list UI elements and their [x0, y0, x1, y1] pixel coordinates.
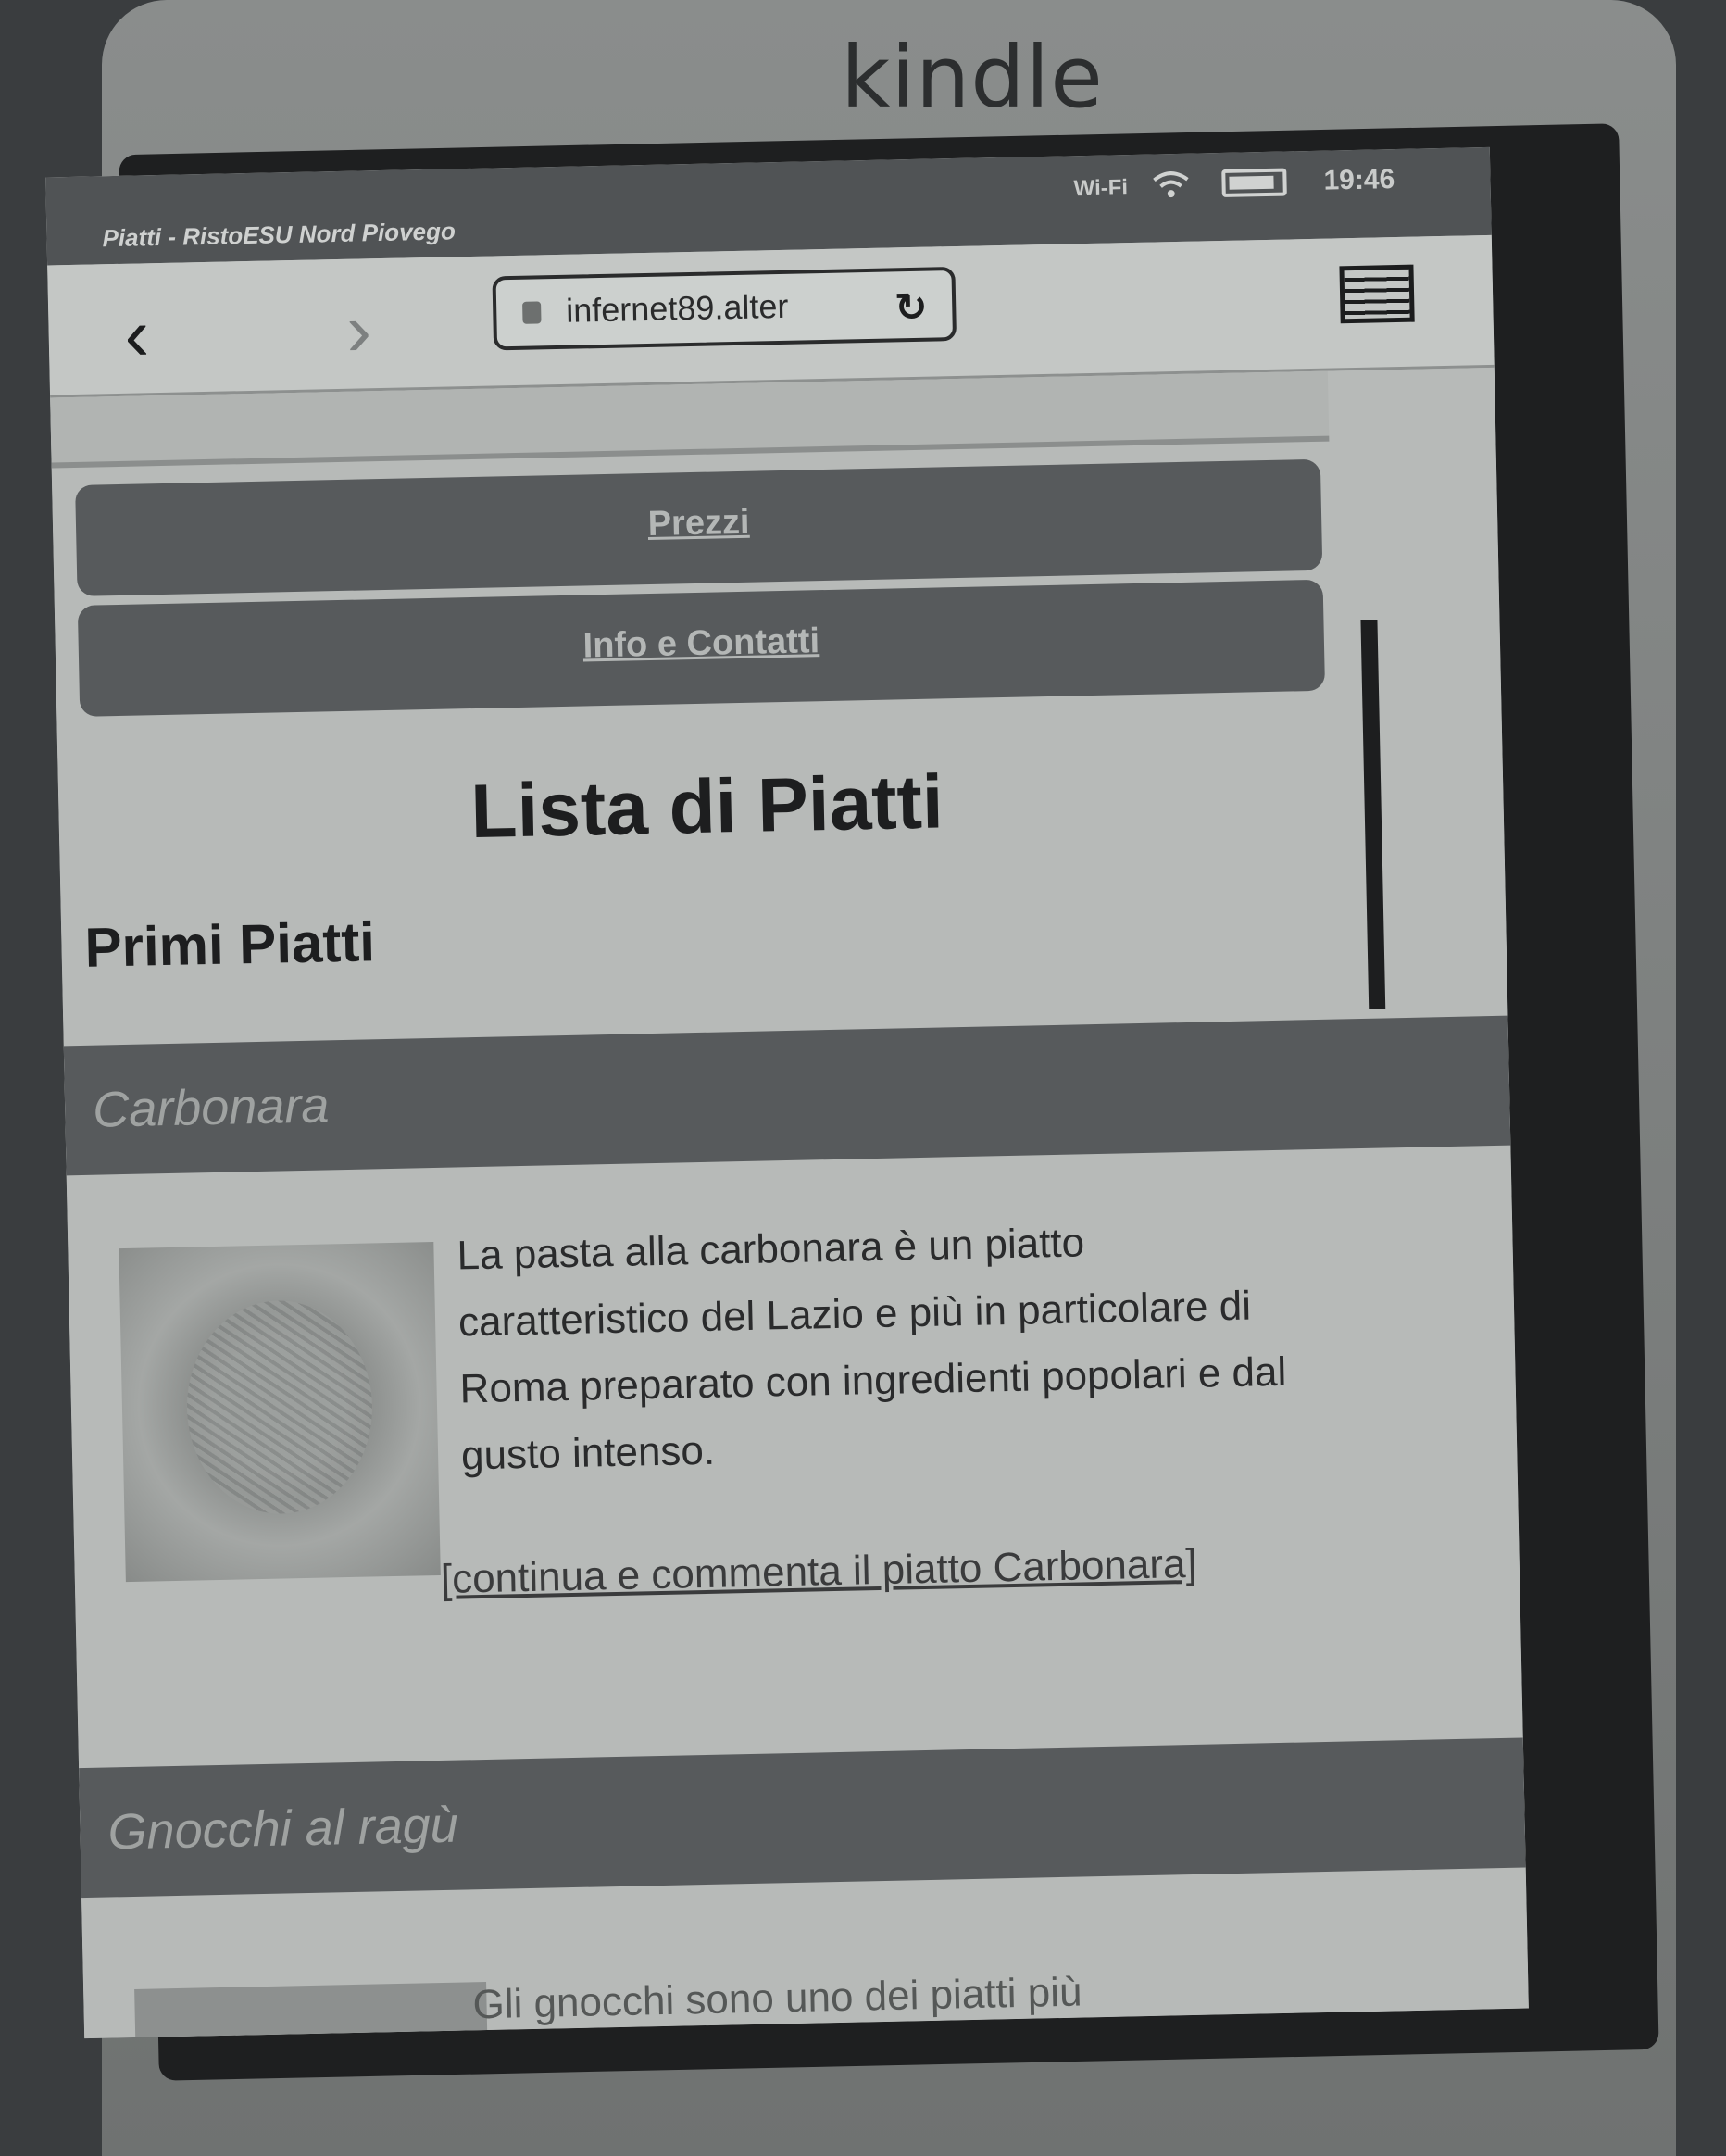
web-page: Prezzi Info e Contatti Lista di Piatti P… [50, 367, 1529, 2039]
url-bar[interactable]: infernet89.alter ↻ [492, 267, 957, 351]
plate-illustration [184, 1298, 375, 1516]
clock: 19:46 [1323, 164, 1395, 196]
page-title-status: Piatti - RistoESU Nord Piovego [102, 217, 457, 253]
wifi-label: Wi-Fi [1073, 175, 1129, 202]
nav-link-prezzi[interactable]: Prezzi [75, 458, 1323, 596]
dish-link-carbonara[interactable]: [continua e commenta il piatto Carbonara… [440, 1541, 1197, 1603]
menu-icon[interactable] [1339, 264, 1415, 324]
scrollbar[interactable] [1360, 620, 1386, 1009]
kindle-screen: Piatti - RistoESU Nord Piovego Wi-Fi 19:… [45, 146, 1529, 2039]
wifi-icon [1153, 171, 1189, 198]
reload-icon[interactable]: ↻ [894, 284, 928, 331]
lock-icon [522, 301, 542, 324]
dish-title-carbonara[interactable]: Carbonara [63, 1015, 1511, 1176]
dish-title-gnocchi[interactable]: Gnocchi al ragù [79, 1737, 1526, 1899]
dish-description-carbonara: La pasta alla carbonara è un piatto cara… [457, 1220, 1287, 1479]
url-text: infernet89.alter [565, 286, 789, 330]
kindle-logo: kindle [841, 28, 1104, 127]
page-heading: Lista di Piatti [469, 759, 944, 855]
dish-image-carbonara[interactable] [119, 1242, 441, 1583]
forward-arrow-icon[interactable]: › [326, 288, 392, 371]
back-arrow-icon[interactable]: ‹ [104, 293, 169, 376]
nav-link-info-contatti[interactable]: Info e Contatti [77, 579, 1326, 717]
battery-icon [1221, 168, 1287, 197]
section-heading: Primi Piatti [83, 910, 376, 979]
dish-image-gnocchi[interactable] [134, 1982, 488, 2039]
